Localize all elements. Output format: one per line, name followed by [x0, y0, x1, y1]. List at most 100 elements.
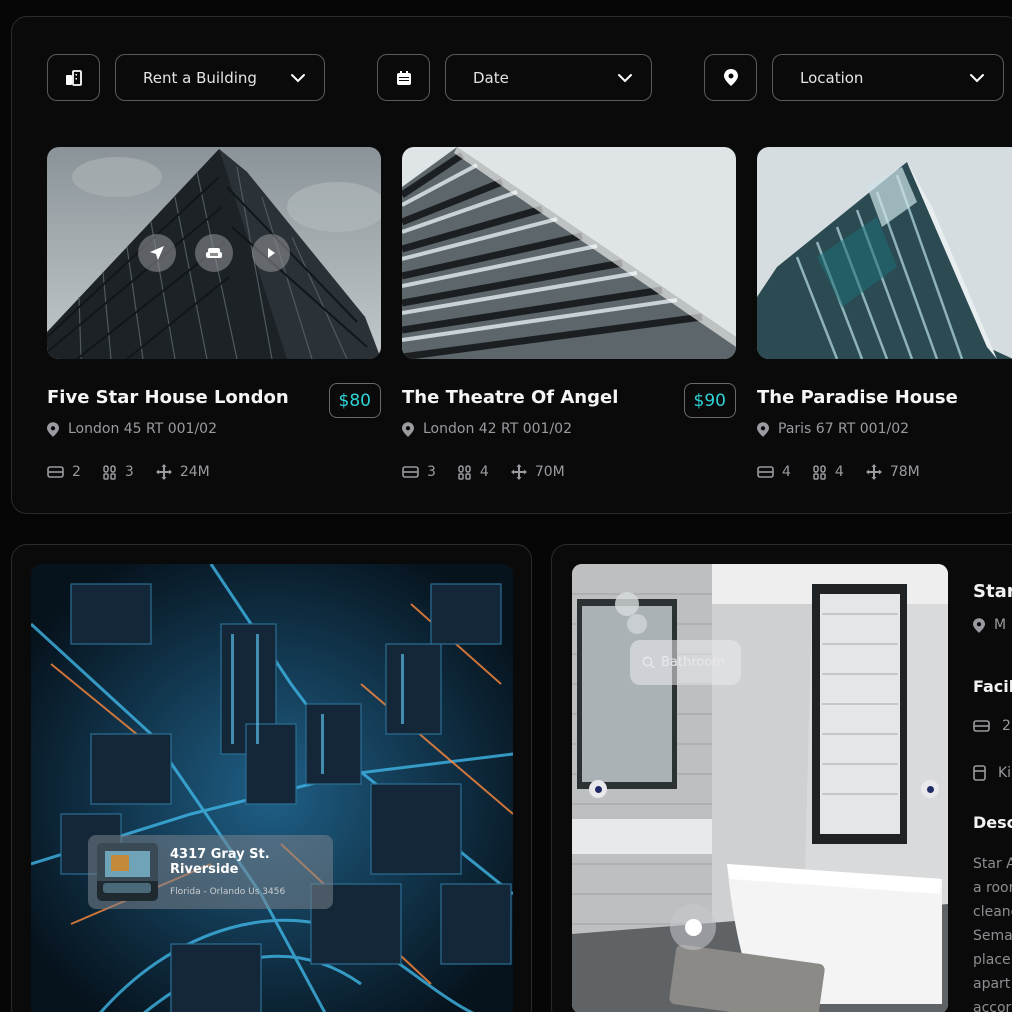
building-filter-button[interactable]: [47, 54, 100, 101]
bedrooms-count: 2: [72, 464, 81, 480]
description-line: place: [973, 952, 1011, 968]
date-dropdown[interactable]: Date: [445, 54, 652, 101]
description-line: accor: [973, 1000, 1012, 1012]
city-aerial-image[interactable]: 4317 Gray St. Riverside Florida - Orland…: [31, 564, 513, 1012]
room-tag[interactable]: Bathroom: [630, 640, 741, 685]
building-type-dropdown[interactable]: Rent a Building: [115, 54, 325, 101]
bedrooms-count: 4: [782, 464, 791, 480]
map-pin-icon: [757, 421, 769, 437]
bath-icon: [813, 464, 826, 480]
listing-stats: 4 4 78M: [757, 464, 942, 480]
date-filter-button[interactable]: [377, 54, 430, 101]
bath-icon: [103, 464, 116, 480]
save-button[interactable]: [195, 234, 233, 272]
location-label: Location: [800, 68, 864, 87]
listing-card[interactable]: The Theatre Of Angel $90 London 42 RT 00…: [402, 147, 736, 480]
listing-photo[interactable]: [402, 147, 736, 359]
sofa-icon: [206, 248, 222, 258]
area-value: 70M: [534, 464, 565, 480]
description-text: Star A a roon cleane Sema place apart ac…: [973, 852, 1012, 1012]
location-thumbnail: [97, 843, 158, 901]
bathrooms-stat: 3: [103, 464, 134, 480]
area-stat: 24M: [155, 464, 210, 480]
tour-hotspot[interactable]: [921, 780, 939, 798]
tour-hotspot[interactable]: [589, 780, 607, 798]
property-location-text: M: [994, 617, 1007, 633]
listing-title[interactable]: The Paradise House: [757, 387, 958, 408]
description-heading: Desc: [973, 813, 1012, 832]
listing-photo[interactable]: [757, 147, 1012, 359]
listing-card[interactable]: The Paradise House Paris 67 RT 001/02 4 …: [757, 147, 1012, 480]
building-icon: [65, 69, 82, 86]
bathrooms-stat: 4: [813, 464, 844, 480]
listing-title[interactable]: Five Star House London: [47, 387, 289, 408]
description-line: a roon: [973, 880, 1012, 896]
location-filter-button[interactable]: [704, 54, 757, 101]
bed-icon: [973, 720, 990, 732]
map-pin-icon: [402, 421, 414, 437]
search-icon: [642, 656, 655, 669]
description-line: Star A: [973, 856, 1012, 872]
listing-address: London 45 RT 001/02: [47, 421, 217, 437]
facilities-heading: Facili: [973, 677, 1012, 696]
map-pin-icon: [47, 421, 59, 437]
listing-photo[interactable]: [47, 147, 381, 359]
bedrooms-stat: 4: [757, 464, 791, 480]
bedrooms-stat: 2: [47, 464, 81, 480]
description-line: apart: [973, 976, 1011, 992]
location-title: 4317 Gray St. Riverside: [170, 847, 270, 877]
bath-icon: [458, 464, 471, 480]
location-subtitle: Florida - Orlando Us 3456: [170, 887, 286, 897]
bed-icon: [47, 466, 64, 478]
chevron-down-icon: [970, 73, 984, 82]
area-value: 78M: [889, 464, 920, 480]
bedrooms-stat: 3: [402, 464, 436, 480]
city-map-panel: 4317 Gray St. Riverside Florida - Orland…: [11, 544, 532, 1012]
listing-stats: 2 3 24M: [47, 464, 232, 480]
address-text: London 45 RT 001/02: [68, 421, 217, 437]
building-type-label: Rent a Building: [143, 68, 257, 87]
move-arrows-icon: [155, 464, 172, 480]
map-pin-icon: [723, 69, 738, 86]
description-line: cleane: [973, 904, 1012, 920]
location-dropdown[interactable]: Location: [772, 54, 1004, 101]
price-badge: $80: [328, 383, 381, 418]
property-detail-panel: Bathroom Star M Facili 2 Ki Desc Star A …: [551, 544, 1012, 1012]
move-arrows-icon: [510, 464, 527, 480]
property-title: Star: [973, 581, 1012, 602]
listing-stats: 3 4 70M: [402, 464, 587, 480]
listings-panel: Rent a Building Date Location Five Star …: [11, 16, 1012, 514]
address-text: Paris 67 RT 001/02: [778, 421, 910, 437]
chevron-down-icon: [618, 73, 632, 82]
play-icon: [268, 248, 275, 258]
facility-kitchen-text: Ki: [998, 765, 1012, 781]
bathrooms-count: 4: [479, 464, 489, 480]
facility-kitchen: Ki: [973, 765, 1011, 781]
chevron-down-icon: [291, 73, 305, 82]
virtual-tour-view[interactable]: Bathroom: [572, 564, 948, 1012]
listing-address: London 42 RT 001/02: [402, 421, 572, 437]
date-label: Date: [473, 68, 509, 87]
facility-bedrooms-text: 2: [1002, 718, 1011, 734]
calendar-icon: [396, 70, 411, 85]
area-stat: 70M: [510, 464, 565, 480]
rotate-view-button[interactable]: [670, 904, 716, 950]
description-line: Sema: [973, 928, 1012, 944]
area-stat: 78M: [865, 464, 920, 480]
bedrooms-count: 3: [427, 464, 436, 480]
facility-bedrooms: 2: [973, 718, 1011, 734]
listing-address: Paris 67 RT 001/02: [757, 421, 909, 437]
share-button[interactable]: [138, 234, 176, 272]
bathrooms-count: 4: [834, 464, 844, 480]
listing-title[interactable]: The Theatre Of Angel: [402, 387, 618, 408]
bed-icon: [402, 466, 419, 478]
next-button[interactable]: [252, 234, 290, 272]
send-icon: [150, 246, 164, 260]
bed-icon: [757, 466, 774, 478]
map-pin-icon: [973, 617, 985, 633]
location-preview-card[interactable]: 4317 Gray St. Riverside Florida - Orland…: [88, 835, 333, 909]
bathrooms-count: 3: [124, 464, 134, 480]
address-text: London 42 RT 001/02: [423, 421, 572, 437]
room-tag-label: Bathroom: [661, 655, 725, 670]
listing-card[interactable]: Five Star House London $80 London 45 RT …: [47, 147, 381, 480]
